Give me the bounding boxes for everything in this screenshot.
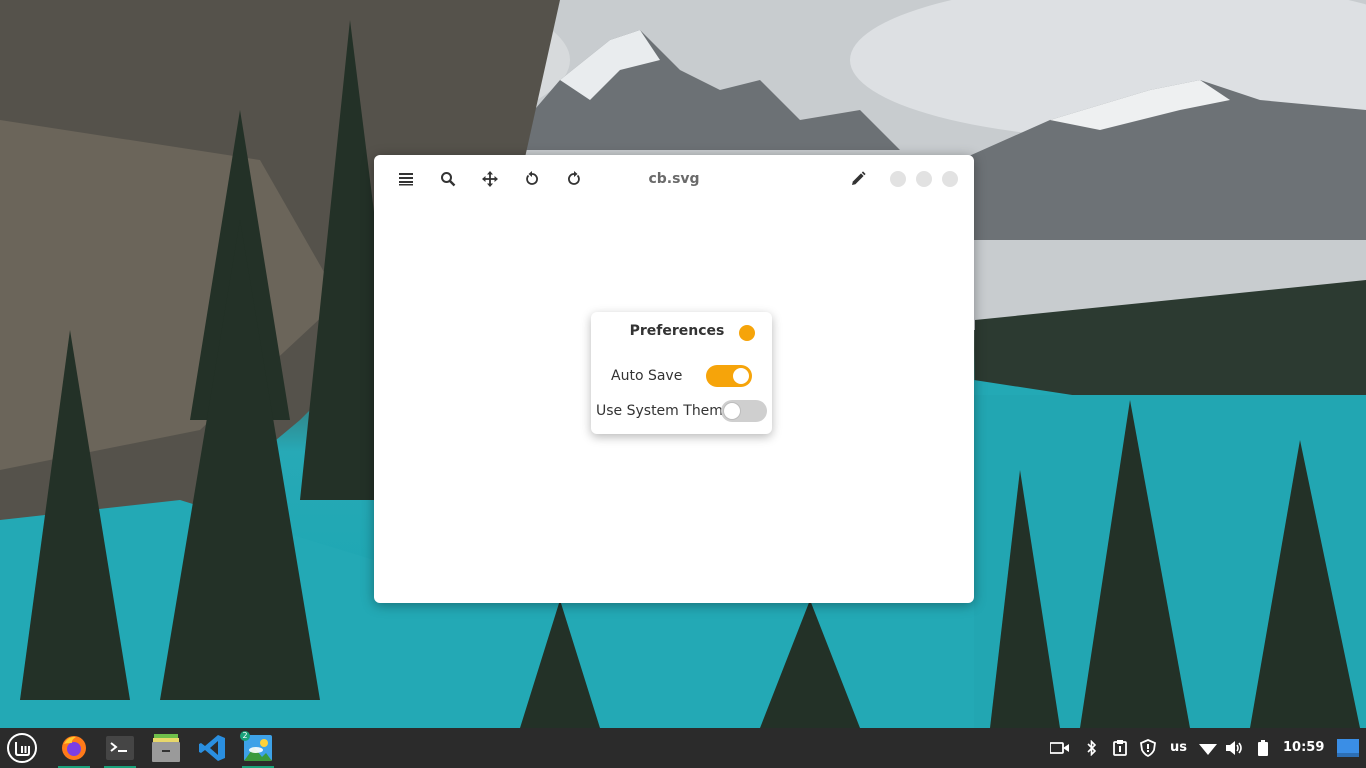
headerbar: cb.svg xyxy=(374,155,974,203)
system-theme-label: Use System Theme xyxy=(596,403,732,419)
taskbar-firefox[interactable] xyxy=(54,728,94,768)
taskbar-terminal[interactable] xyxy=(100,728,140,768)
search-button[interactable] xyxy=(434,167,462,191)
notification-badge: 2 xyxy=(240,731,250,741)
menu-button[interactable] xyxy=(392,167,420,191)
camera-tray-button[interactable] xyxy=(1048,728,1072,768)
move-icon xyxy=(482,171,498,187)
rotate-left-icon xyxy=(526,171,538,185)
switch-knob xyxy=(724,403,740,419)
auto-save-label: Auto Save xyxy=(611,368,683,384)
bluetooth-icon xyxy=(1087,740,1097,756)
camera-icon xyxy=(1050,742,1069,754)
rotate-right-button[interactable] xyxy=(560,167,588,191)
desktop-icon xyxy=(1337,739,1359,757)
linux-mint-menu-icon xyxy=(7,733,37,763)
battery-icon xyxy=(1258,740,1268,756)
search-icon xyxy=(441,172,456,187)
wifi-icon xyxy=(1199,744,1217,755)
shield-icon xyxy=(1140,739,1156,757)
move-button[interactable] xyxy=(476,167,504,191)
edit-button[interactable] xyxy=(844,167,872,191)
window-title: cb.svg xyxy=(648,171,700,187)
menu-launcher-button[interactable] xyxy=(2,728,42,768)
rotate-left-button[interactable] xyxy=(518,167,546,191)
wifi-tray-button[interactable] xyxy=(1198,728,1218,768)
rotate-right-icon xyxy=(568,171,580,185)
shield-tray-button[interactable] xyxy=(1138,728,1158,768)
minimize-button[interactable] xyxy=(890,171,906,187)
system-theme-switch[interactable] xyxy=(721,400,767,422)
auto-save-switch[interactable] xyxy=(706,365,752,387)
close-button[interactable] xyxy=(942,171,958,187)
clock[interactable]: 10:59 xyxy=(1283,728,1324,768)
clipboard-icon xyxy=(1113,740,1127,756)
files-icon xyxy=(152,734,180,762)
firefox-icon xyxy=(62,736,86,760)
maximize-button[interactable] xyxy=(916,171,932,187)
taskbar-files[interactable] xyxy=(146,728,186,768)
bluetooth-tray-button[interactable] xyxy=(1084,728,1100,768)
menu-icon xyxy=(399,173,413,186)
preferences-close-button[interactable] xyxy=(739,325,755,341)
terminal-icon xyxy=(106,736,134,760)
pencil-icon xyxy=(852,171,866,185)
switch-knob xyxy=(733,368,749,384)
preferences-title: Preferences xyxy=(629,323,725,339)
clipboard-tray-button[interactable] xyxy=(1110,728,1130,768)
volume-tray-button[interactable] xyxy=(1225,728,1245,768)
taskbar-vscode[interactable] xyxy=(192,728,232,768)
preferences-popover: Preferences Auto Save Use System Theme xyxy=(591,312,772,434)
volume-icon xyxy=(1226,741,1242,755)
battery-tray-button[interactable] xyxy=(1255,728,1271,768)
keyboard-layout-indicator[interactable]: us xyxy=(1170,728,1187,768)
vscode-icon xyxy=(199,735,225,761)
show-desktop-button[interactable] xyxy=(1336,728,1360,768)
